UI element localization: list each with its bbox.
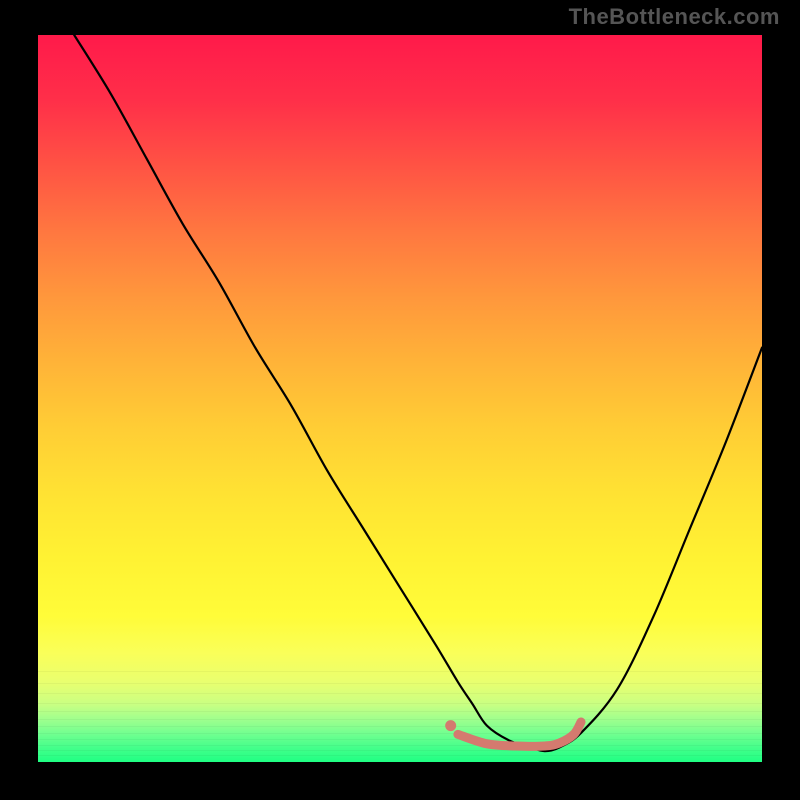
highlight-segment: [458, 722, 581, 746]
chart-svg: [38, 35, 762, 762]
highlight-dot: [445, 720, 456, 731]
chart-frame: TheBottleneck.com: [0, 0, 800, 800]
curve-line: [74, 35, 762, 751]
watermark-text: TheBottleneck.com: [569, 4, 780, 30]
plot-area: [38, 35, 762, 762]
